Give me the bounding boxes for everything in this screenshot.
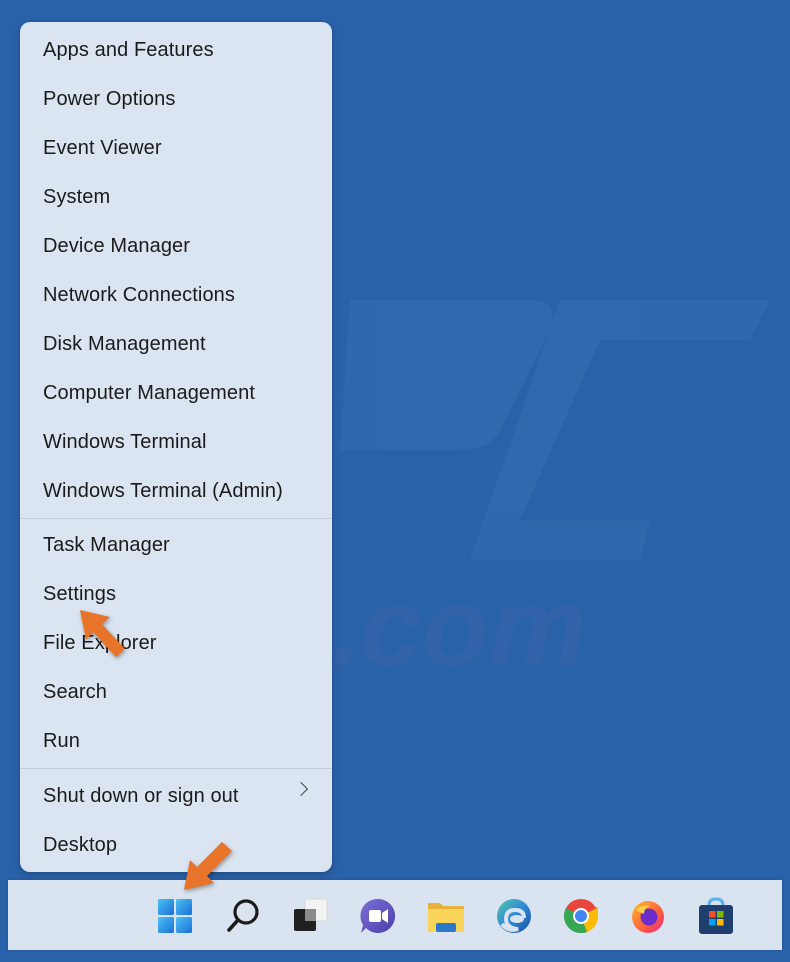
- menu-item-windows-terminal-admin[interactable]: Windows Terminal (Admin): [20, 467, 332, 516]
- taskbar: [8, 880, 782, 950]
- edge-icon[interactable]: [494, 896, 534, 936]
- menu-item-disk-management[interactable]: Disk Management: [20, 320, 332, 369]
- menu-item-label: Search: [43, 681, 107, 703]
- svg-text:.com: .com: [330, 566, 587, 689]
- menu-item-power-options[interactable]: Power Options: [20, 75, 332, 124]
- firefox-icon[interactable]: [628, 896, 668, 936]
- menu-item-label: Device Manager: [43, 235, 191, 257]
- menu-item-label: Windows Terminal (Admin): [43, 480, 283, 502]
- chevron-right-icon: [293, 781, 309, 797]
- menu-item-windows-terminal[interactable]: Windows Terminal: [20, 418, 332, 467]
- search-icon[interactable]: [223, 896, 263, 936]
- quick-link-menu: Apps and Features Power Options Event Vi…: [20, 22, 332, 872]
- menu-separator: [20, 518, 332, 519]
- menu-item-label: Windows Terminal: [43, 431, 207, 453]
- menu-separator: [20, 768, 332, 769]
- menu-item-computer-management[interactable]: Computer Management: [20, 369, 332, 418]
- menu-item-label: Computer Management: [43, 382, 256, 404]
- menu-item-file-explorer[interactable]: File Explorer: [20, 619, 332, 668]
- task-view-icon[interactable]: [291, 896, 331, 936]
- menu-item-label: Run: [43, 730, 80, 752]
- menu-item-apps-and-features[interactable]: Apps and Features: [20, 26, 332, 75]
- menu-item-label: Apps and Features: [43, 39, 214, 61]
- teams-chat-icon[interactable]: [358, 896, 398, 936]
- menu-item-label: Power Options: [43, 88, 176, 110]
- menu-item-label: Task Manager: [43, 534, 170, 556]
- menu-item-device-manager[interactable]: Device Manager: [20, 222, 332, 271]
- chrome-icon[interactable]: [561, 896, 601, 936]
- menu-item-run[interactable]: Run: [20, 717, 332, 766]
- menu-item-label: Desktop: [43, 834, 118, 856]
- menu-item-desktop[interactable]: Desktop: [20, 821, 332, 870]
- menu-item-label: System: [43, 186, 111, 208]
- menu-item-system[interactable]: System: [20, 173, 332, 222]
- start-icon[interactable]: [155, 896, 195, 936]
- menu-item-label: File Explorer: [43, 632, 157, 654]
- menu-item-search[interactable]: Search: [20, 668, 332, 717]
- menu-item-settings[interactable]: Settings: [20, 570, 332, 619]
- microsoft-store-icon[interactable]: [696, 896, 736, 936]
- menu-item-label: Shut down or sign out: [43, 785, 239, 807]
- menu-item-task-manager[interactable]: Task Manager: [20, 521, 332, 570]
- menu-item-label: Disk Management: [43, 333, 206, 355]
- menu-item-shut-down-or-sign-out[interactable]: Shut down or sign out: [20, 772, 332, 821]
- file-explorer-icon[interactable]: [426, 896, 466, 936]
- menu-item-label: Event Viewer: [43, 137, 162, 159]
- menu-item-label: Settings: [43, 583, 117, 605]
- menu-item-label: Network Connections: [43, 284, 235, 306]
- menu-item-event-viewer[interactable]: Event Viewer: [20, 124, 332, 173]
- menu-item-network-connections[interactable]: Network Connections: [20, 271, 332, 320]
